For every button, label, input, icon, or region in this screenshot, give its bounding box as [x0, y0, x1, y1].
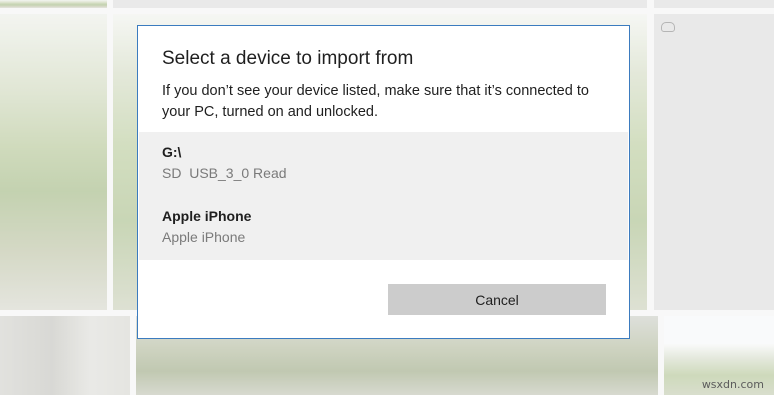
dialog-description: If you don’t see your device listed, mak…	[162, 83, 589, 120]
device-subtitle: SD USB_3_0 Read	[162, 165, 287, 181]
device-item-g-drive[interactable]: G:\ SD USB_3_0 Read	[139, 132, 628, 196]
cloud-icon	[661, 22, 675, 32]
device-item-apple-iphone[interactable]: Apple iPhone Apple iPhone	[139, 196, 628, 260]
watermark: wsxdn.com	[701, 378, 764, 391]
device-list: G:\ SD USB_3_0 Read Apple iPhone Apple i…	[139, 132, 628, 260]
dialog-title: Select a device to import from	[162, 48, 414, 69]
import-dialog: Select a device to import from If you do…	[137, 25, 630, 339]
device-name: Apple iPhone	[162, 208, 252, 224]
cancel-button[interactable]: Cancel	[388, 284, 606, 315]
device-name: G:\	[162, 144, 182, 160]
device-subtitle: Apple iPhone	[162, 229, 246, 245]
